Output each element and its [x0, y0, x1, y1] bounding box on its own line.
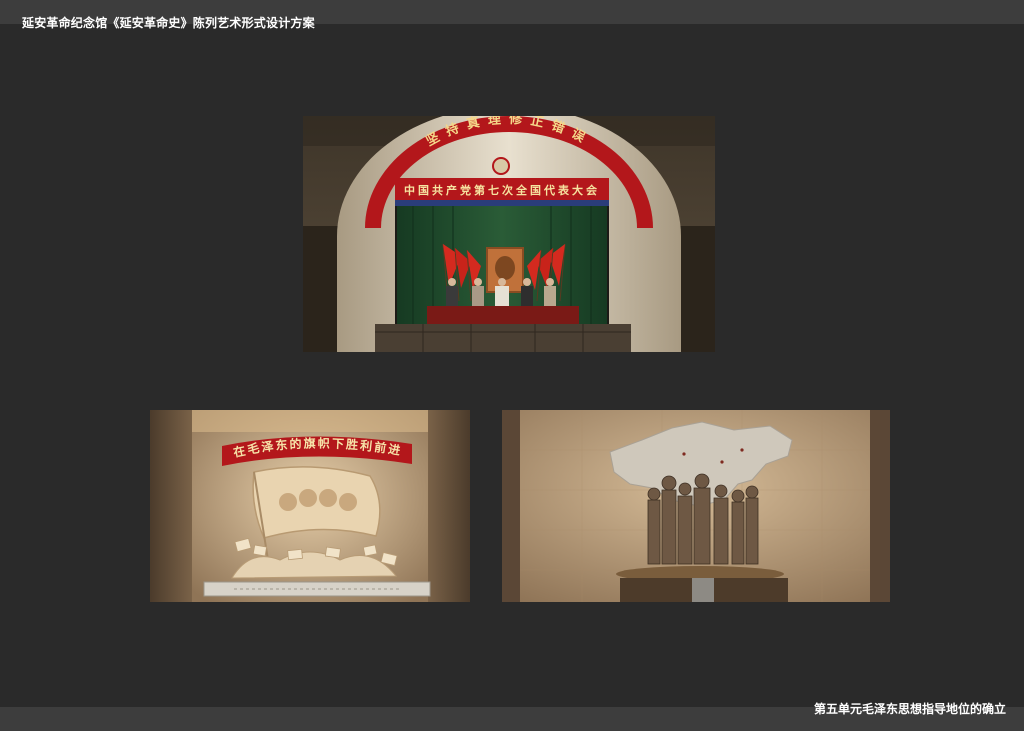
congress-hall-rendering: 坚持真理修正错误 中国共产党第七次全国代表大会: [303, 116, 715, 352]
relief-wall-scene: 在毛泽东的旗帜下胜利前进: [150, 410, 470, 602]
stage-banner-text: 中国共产党第七次全国代表大会: [404, 183, 600, 197]
map-wall-rendering: [502, 410, 890, 602]
section-title: 第五单元毛泽东思想指导地位的确立: [813, 702, 1006, 716]
map-wall-scene: [502, 410, 890, 602]
emblem-icon: [492, 157, 510, 175]
podium: [427, 306, 579, 324]
relief-wall-rendering: 在毛泽东的旗帜下胜利前进: [150, 410, 470, 602]
congress-hall-scene: 坚持真理修正错误 中国共产党第七次全国代表大会: [303, 116, 715, 352]
flag-relief: [252, 466, 381, 539]
document-title: 延安革命纪念馆《延安革命史》陈列艺术形式设计方案: [22, 16, 315, 30]
